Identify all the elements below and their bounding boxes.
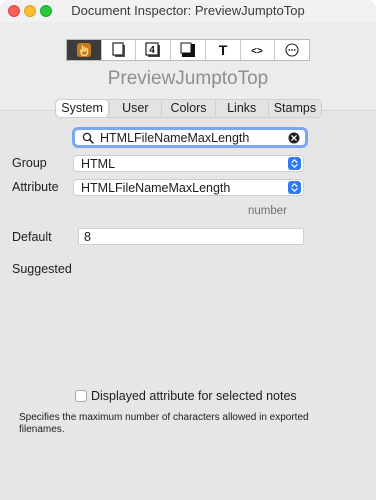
title-bar: Document Inspector: PreviewJumptoTop bbox=[0, 0, 376, 22]
search-input-value[interactable]: HTMLFileNameMaxLength bbox=[100, 131, 249, 145]
more-icon[interactable] bbox=[275, 40, 309, 60]
text-icon[interactable]: T bbox=[206, 40, 241, 60]
svg-text:<>: <> bbox=[252, 46, 264, 57]
attribute-search-field[interactable]: HTMLFileNameMaxLength bbox=[72, 127, 308, 148]
chevron-updown-icon bbox=[288, 157, 301, 170]
hand-pointer-icon[interactable] bbox=[67, 40, 102, 60]
tab-links[interactable]: Links bbox=[216, 100, 269, 117]
four-icon[interactable]: 4 bbox=[136, 40, 172, 60]
displayed-attribute-label: Displayed attribute for selected notes bbox=[91, 389, 297, 403]
group-popup-value: HTML bbox=[81, 157, 116, 171]
attribute-description: Specifies the maximum number of characte… bbox=[19, 412, 309, 435]
clear-search-icon[interactable] bbox=[288, 132, 300, 144]
attribute-type-note: number bbox=[248, 205, 287, 217]
note-icon[interactable] bbox=[102, 40, 137, 60]
attribute-popup[interactable]: HTMLFileNameMaxLength bbox=[73, 179, 304, 196]
attribute-popup-value: HTMLFileNameMaxLength bbox=[81, 181, 231, 195]
svg-text:4: 4 bbox=[150, 45, 156, 56]
tab-bar: System User Colors Links Stamps bbox=[55, 99, 322, 118]
shadow-note-icon[interactable] bbox=[171, 40, 206, 60]
group-label: Group bbox=[12, 156, 47, 170]
tab-colors[interactable]: Colors bbox=[162, 100, 216, 117]
code-icon[interactable]: <> bbox=[241, 40, 276, 60]
tab-user[interactable]: User bbox=[109, 100, 163, 117]
tab-stamps[interactable]: Stamps bbox=[269, 100, 321, 117]
inspector-window: Document Inspector: PreviewJumptoTop 4 T… bbox=[0, 0, 376, 500]
search-icon bbox=[82, 132, 94, 144]
tab-system[interactable]: System bbox=[56, 100, 110, 117]
group-popup[interactable]: HTML bbox=[73, 155, 304, 172]
displayed-attribute-checkbox[interactable] bbox=[75, 390, 87, 402]
chevron-updown-icon bbox=[288, 181, 301, 194]
attribute-label: Attribute bbox=[12, 180, 59, 194]
default-label: Default bbox=[12, 230, 52, 244]
svg-text:T: T bbox=[218, 42, 227, 58]
default-value-field[interactable]: 8 bbox=[78, 228, 304, 245]
window-title: Document Inspector: PreviewJumptoTop bbox=[71, 3, 305, 18]
document-title: PreviewJumptoTop bbox=[107, 68, 269, 89]
default-value-text[interactable]: 8 bbox=[84, 230, 91, 244]
inspector-toolbar: 4 T <> bbox=[66, 39, 310, 61]
suggested-label: Suggested bbox=[12, 262, 72, 276]
